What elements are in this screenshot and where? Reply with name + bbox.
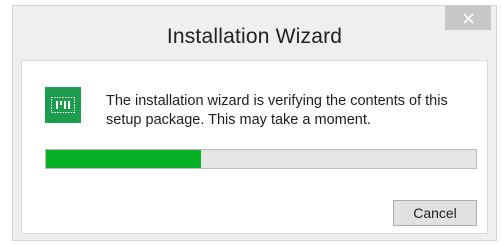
window-title: Installation Wizard [166,25,343,48]
close-icon [462,12,474,24]
close-button[interactable] [445,6,491,30]
progress-bar [45,149,477,169]
cancel-button[interactable]: Cancel [393,200,477,226]
status-message: The installation wizard is verifying the… [106,93,448,128]
installation-wizard-window: Installation Wizard The installation wiz… [12,5,497,241]
installer-icon [45,87,81,123]
progress-bar-fill [46,150,201,168]
dialog-content: The installation wizard is verifying the… [21,60,488,234]
title-bar[interactable]: Installation Wizard [13,6,496,58]
